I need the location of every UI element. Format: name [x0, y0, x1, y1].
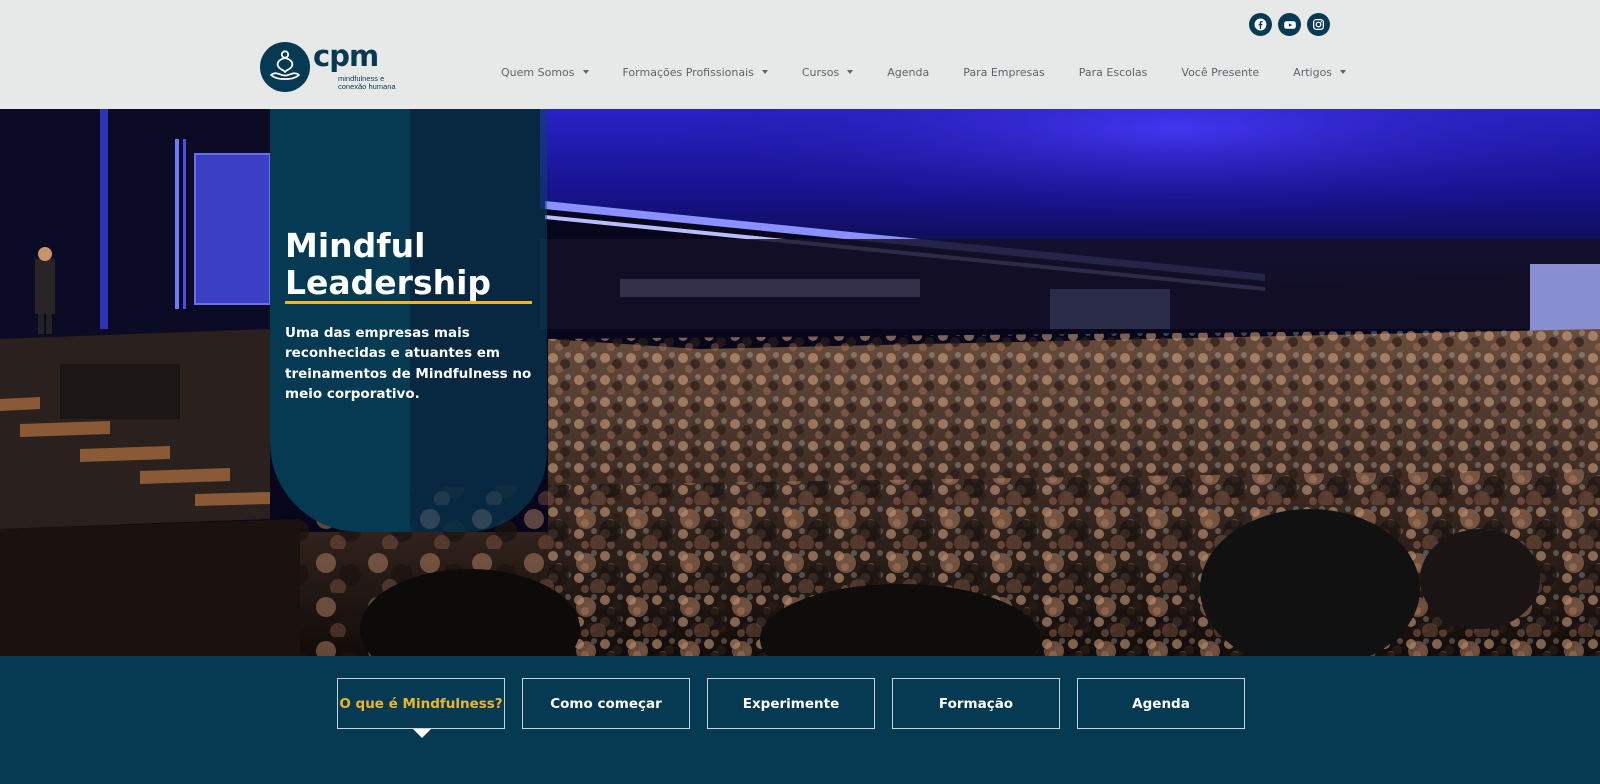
tab-como-comecar[interactable]: Como começar [522, 678, 690, 729]
tab-label: Formação [938, 695, 1014, 712]
nav-item-label: Agenda [887, 65, 930, 79]
facebook-icon [1254, 18, 1267, 31]
nav-item-label: Cursos [801, 65, 840, 79]
hero-panel-overlay [410, 109, 547, 532]
nav-item-label: Artigos [1293, 65, 1333, 79]
hero-banner: Mindful Leadership Uma das empresas mais… [0, 109, 1600, 656]
nav-item-quem-somos[interactable]: Quem Somos [501, 64, 589, 80]
nav-item-agenda[interactable]: Agenda [887, 64, 929, 80]
nav-item-formacoes-profissionais[interactable]: Formações Profissionais [623, 64, 768, 80]
nav-item-artigos[interactable]: Artigos [1293, 64, 1347, 80]
main-nav: Quem Somos Formações Profissionais Curso… [501, 64, 1347, 80]
tab-label: Experimente [742, 695, 840, 712]
logo-tagline: mindfulness e conexão humana [338, 75, 396, 91]
tab-o-que-e-mindfulness[interactable]: O que é Mindfulness? [337, 678, 505, 738]
quick-links-tabs: O que é Mindfulness? Como começar Experi… [337, 678, 1245, 738]
nav-item-cursos[interactable]: Cursos [801, 64, 854, 80]
youtube-link[interactable] [1278, 13, 1301, 36]
chevron-down-icon [582, 70, 589, 74]
instagram-link[interactable] [1307, 13, 1330, 36]
hero-title-underline [285, 301, 532, 304]
quick-links-bar: O que é Mindfulness? Como começar Experi… [0, 656, 1600, 784]
active-tab-pointer [413, 729, 431, 738]
tab-label: O que é Mindfulness? [339, 695, 503, 712]
nav-item-label: Você Presente [1181, 65, 1260, 79]
youtube-icon [1283, 20, 1296, 29]
nav-item-label: Formações Profissionais [622, 65, 754, 79]
instagram-icon [1312, 18, 1325, 31]
tab-formacao[interactable]: Formação [892, 678, 1060, 729]
hero-subtitle: Uma das empresas mais reconhecidas e atu… [285, 325, 532, 402]
nav-item-label: Para Empresas [963, 65, 1045, 79]
nav-item-para-empresas[interactable]: Para Empresas [963, 64, 1045, 80]
tab-agenda[interactable]: Agenda [1077, 678, 1245, 729]
hero-title: Mindful Leadership [285, 227, 545, 301]
nav-item-para-escolas[interactable]: Para Escolas [1079, 64, 1148, 80]
nav-item-label: Quem Somos [501, 65, 575, 79]
social-links [1249, 13, 1330, 36]
conference-audience-image [0, 109, 1600, 656]
tab-label: Como começar [550, 695, 662, 712]
logo-tagline-line2: conexão humana [338, 82, 396, 91]
chevron-down-icon [1340, 70, 1347, 74]
hero-title-line1: Mindful [285, 226, 426, 265]
site-logo[interactable]: cpm mindfulness e conexão humana [260, 39, 405, 94]
hero-title-line2: Leadership [285, 263, 492, 302]
meditation-logo-icon [260, 42, 310, 92]
nav-item-label: Para Escolas [1078, 65, 1148, 79]
hero-panel-dark [270, 109, 410, 532]
chevron-down-icon [847, 70, 854, 74]
tab-experimente[interactable]: Experimente [707, 678, 875, 729]
tab-label: Agenda [1132, 695, 1190, 712]
facebook-link[interactable] [1249, 13, 1272, 36]
chevron-down-icon [761, 70, 768, 74]
site-header: cpm mindfulness e conexão humana Quem So… [0, 0, 1600, 109]
nav-item-voce-presente[interactable]: Você Presente [1181, 64, 1259, 80]
logo-wordmark: cpm [313, 39, 379, 73]
